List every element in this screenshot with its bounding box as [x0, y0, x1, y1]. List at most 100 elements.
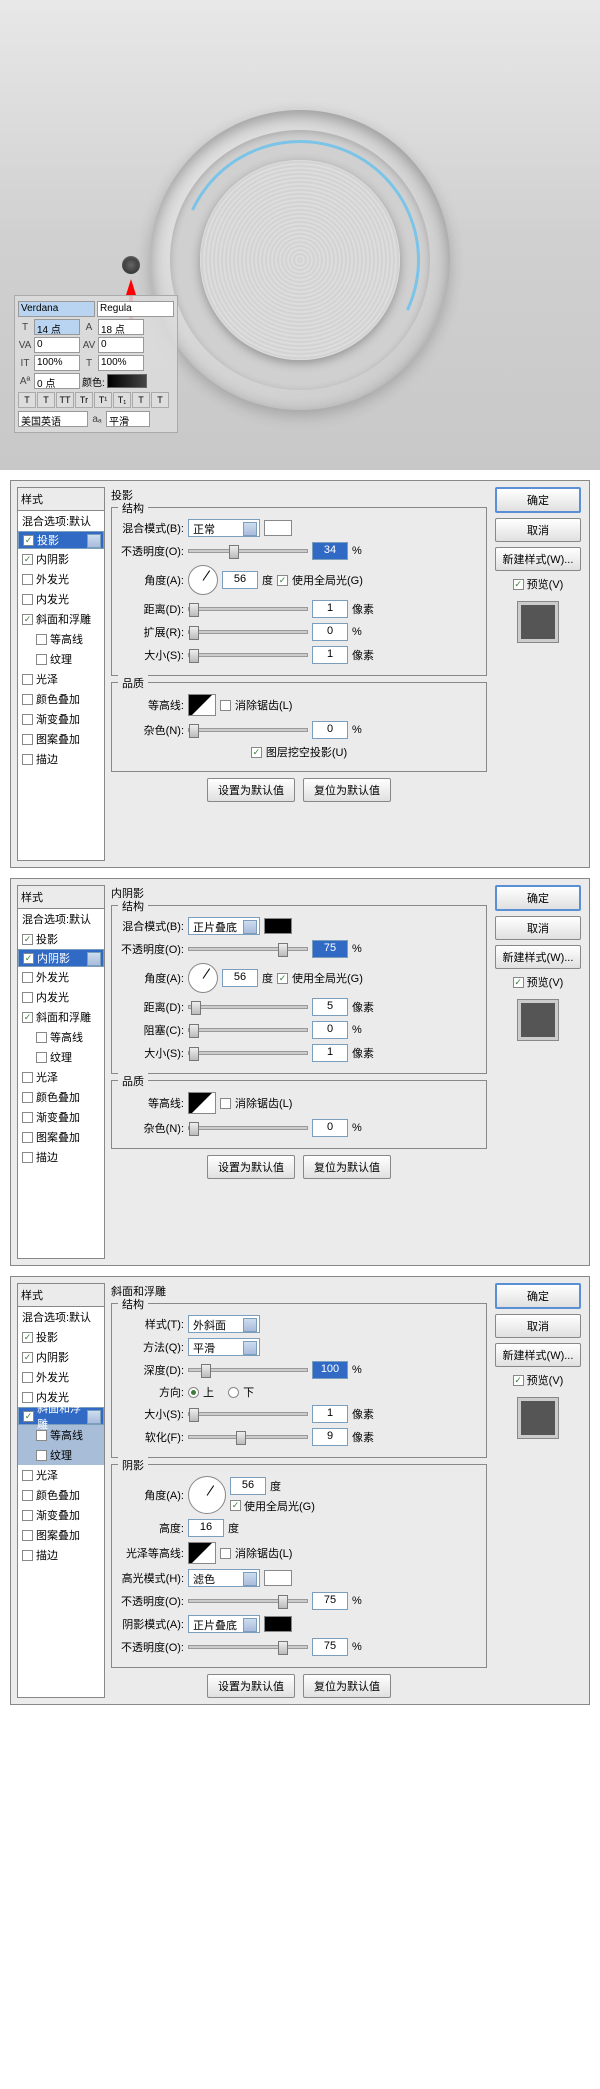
chk-pattern-overlay[interactable] — [22, 734, 33, 745]
noise-input[interactable]: 0 — [312, 721, 348, 739]
preview-chk[interactable] — [513, 1375, 524, 1386]
s-opacity-slider[interactable] — [188, 1645, 308, 1649]
chk-gradient-overlay[interactable] — [22, 1510, 33, 1521]
global-light-chk[interactable] — [230, 1500, 241, 1511]
spread-slider[interactable] — [188, 630, 308, 634]
leading-select[interactable]: 18 点 — [98, 319, 144, 335]
chk-outer-glow[interactable] — [22, 574, 33, 585]
style-bevel[interactable]: 斜面和浮雕 — [18, 1007, 104, 1027]
altitude-input[interactable]: 16 — [188, 1519, 224, 1537]
style-gradient-overlay[interactable]: 渐变叠加 — [18, 1505, 104, 1525]
noise-slider[interactable] — [188, 728, 308, 732]
style-inner-glow[interactable]: 内发光 — [18, 589, 104, 609]
chk-inner-glow[interactable] — [22, 992, 33, 1003]
reset-default-button[interactable]: 复位为默认值 — [303, 1155, 391, 1179]
style-inner-shadow[interactable]: 内阴影 — [18, 1347, 104, 1367]
antialias-chk[interactable] — [220, 700, 231, 711]
ok-button[interactable]: 确定 — [495, 487, 581, 513]
style-pattern-overlay[interactable]: 图案叠加 — [18, 1127, 104, 1147]
style-stroke[interactable]: 描边 — [18, 1147, 104, 1167]
chk-bevel[interactable] — [22, 614, 33, 625]
chk-color-overlay[interactable] — [22, 694, 33, 705]
style-satin[interactable]: 光泽 — [18, 669, 104, 689]
chk-inner-shadow[interactable] — [22, 1352, 33, 1363]
shadow-color-swatch[interactable] — [264, 918, 292, 934]
angle-dial[interactable] — [188, 963, 218, 993]
opacity-slider[interactable] — [188, 947, 308, 951]
antialias-chk[interactable] — [220, 1548, 231, 1559]
style-outer-glow[interactable]: 外发光 — [18, 569, 104, 589]
style-color-overlay[interactable]: 颜色叠加 — [18, 1485, 104, 1505]
chk-texture[interactable] — [36, 1450, 47, 1461]
contour-picker[interactable] — [188, 1092, 216, 1114]
size-slider[interactable] — [188, 653, 308, 657]
distance-input[interactable]: 1 — [312, 600, 348, 618]
font-family-select[interactable]: Verdana — [18, 301, 95, 317]
style-inner-glow[interactable]: 内发光 — [18, 987, 104, 1007]
contour-picker[interactable] — [188, 694, 216, 716]
style-drop-shadow[interactable]: 投影 — [18, 531, 104, 549]
style-inner-shadow[interactable]: 内阴影 — [18, 549, 104, 569]
angle-dial[interactable] — [188, 565, 218, 595]
subscript-btn[interactable]: T₁ — [113, 392, 131, 408]
chk-satin[interactable] — [22, 674, 33, 685]
chk-satin[interactable] — [22, 1072, 33, 1083]
chk-pattern-overlay[interactable] — [22, 1132, 33, 1143]
superscript-btn[interactable]: T¹ — [94, 392, 112, 408]
chk-gradient-overlay[interactable] — [22, 714, 33, 725]
soften-slider[interactable] — [188, 1435, 308, 1439]
direction-down-radio[interactable] — [228, 1387, 239, 1398]
style-color-overlay[interactable]: 颜色叠加 — [18, 689, 104, 709]
noise-slider[interactable] — [188, 1126, 308, 1130]
distance-slider[interactable] — [188, 1005, 308, 1009]
reset-default-button[interactable]: 复位为默认值 — [303, 1674, 391, 1698]
style-contour[interactable]: 等高线 — [18, 1027, 104, 1047]
chk-outer-glow[interactable] — [22, 1372, 33, 1383]
style-gradient-overlay[interactable]: 渐变叠加 — [18, 1107, 104, 1127]
h-opacity-slider[interactable] — [188, 1599, 308, 1603]
hscale-input[interactable]: 100% — [34, 355, 80, 371]
make-default-button[interactable]: 设置为默认值 — [207, 1155, 295, 1179]
underline-btn[interactable]: T — [132, 392, 150, 408]
blend-mode-select[interactable]: 正常 — [188, 519, 260, 537]
style-drop-shadow[interactable]: 投影 — [18, 1327, 104, 1347]
s-opacity-input[interactable]: 75 — [312, 1638, 348, 1656]
chk-stroke[interactable] — [22, 754, 33, 765]
highlight-color-swatch[interactable] — [264, 1570, 292, 1586]
text-color-swatch[interactable] — [107, 374, 147, 388]
cancel-button[interactable]: 取消 — [495, 518, 581, 542]
highlight-mode-select[interactable]: 滤色 — [188, 1569, 260, 1587]
angle-input[interactable]: 56 — [222, 969, 258, 987]
chk-color-overlay[interactable] — [22, 1490, 33, 1501]
h-opacity-input[interactable]: 75 — [312, 1592, 348, 1610]
reset-default-button[interactable]: 复位为默认值 — [303, 778, 391, 802]
make-default-button[interactable]: 设置为默认值 — [207, 1674, 295, 1698]
style-contour[interactable]: 等高线 — [18, 629, 104, 649]
font-style-select[interactable]: Regula — [97, 301, 174, 317]
size-input[interactable]: 1 — [312, 646, 348, 664]
chk-satin[interactable] — [22, 1470, 33, 1481]
chk-inner-glow[interactable] — [22, 594, 33, 605]
gloss-contour-picker[interactable] — [188, 1542, 216, 1564]
direction-up-radio[interactable] — [188, 1387, 199, 1398]
noise-input[interactable]: 0 — [312, 1119, 348, 1137]
font-size-select[interactable]: 14 点 — [34, 319, 80, 335]
shadow-mode-select[interactable]: 正片叠底 — [188, 1615, 260, 1633]
style-satin[interactable]: 光泽 — [18, 1067, 104, 1087]
angle-dial[interactable] — [188, 1476, 226, 1514]
knockout-chk[interactable] — [251, 747, 262, 758]
distance-input[interactable]: 5 — [312, 998, 348, 1016]
spread-input[interactable]: 0 — [312, 623, 348, 641]
style-texture[interactable]: 纹理 — [18, 649, 104, 669]
style-pattern-overlay[interactable]: 图案叠加 — [18, 1525, 104, 1545]
chk-inner-glow[interactable] — [22, 1392, 33, 1403]
choke-input[interactable]: 0 — [312, 1021, 348, 1039]
bold-btn[interactable]: T — [18, 392, 36, 408]
chk-inner-shadow[interactable] — [23, 953, 34, 964]
style-color-overlay[interactable]: 颜色叠加 — [18, 1087, 104, 1107]
style-inner-shadow[interactable]: 内阴影 — [18, 949, 104, 967]
ok-button[interactable]: 确定 — [495, 1283, 581, 1309]
vscale-input[interactable]: 100% — [98, 355, 144, 371]
chk-inner-shadow[interactable] — [22, 554, 33, 565]
style-blend-options[interactable]: 混合选项:默认 — [18, 909, 104, 929]
